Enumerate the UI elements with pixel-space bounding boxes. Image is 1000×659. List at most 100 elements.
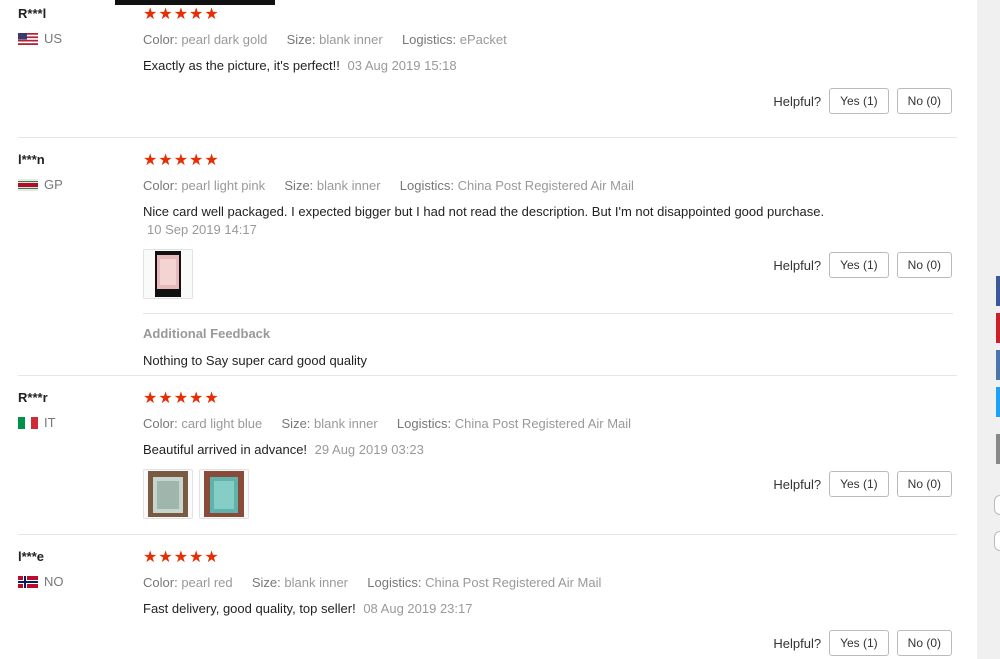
review-photo-thumbnail[interactable] [199, 469, 249, 519]
review-text: Exactly as the picture, it's perfect!! [143, 58, 340, 73]
reviewer-country: IT [18, 415, 128, 430]
reviews-page: R***l US ★★★★★ Color: pearl dark gold Si… [0, 0, 977, 659]
star-rating: ★★★★★ [143, 549, 220, 566]
card-photo-icon [204, 471, 244, 517]
helpful-no-button[interactable]: No (0) [896, 252, 952, 278]
twitter-share-icon[interactable] [996, 387, 1000, 417]
review-attributes: Color: card light blue Size: blank inner… [143, 416, 953, 431]
no-flag-icon [18, 575, 38, 588]
reviewer-country: NO [18, 574, 128, 589]
size-label: Size: [251, 575, 281, 590]
star-rating: ★★★★★ [143, 6, 220, 23]
vk-share-icon[interactable] [996, 350, 1000, 380]
gp-flag-icon [18, 178, 38, 191]
color-label: Color: [143, 416, 178, 431]
helpful-yes-button[interactable]: Yes (1) [829, 471, 889, 497]
additional-feedback-text: Nothing to Say super card good quality [143, 353, 368, 368]
it-flag-icon [18, 416, 38, 429]
helpful-no-button[interactable]: No (0) [896, 88, 952, 114]
size-label: Size: [286, 32, 316, 47]
card-photo-icon [148, 471, 188, 517]
size-value: blank inner [319, 32, 383, 47]
help-icon[interactable] [994, 531, 1000, 551]
country-code: GP [44, 177, 63, 192]
additional-feedback: Additional Feedback Nothing to Say super… [143, 313, 953, 368]
color-label: Color: [143, 178, 178, 193]
review-item: R***r IT ★★★★★ Color: card light blue Si… [18, 390, 957, 535]
size-label: Size: [284, 178, 314, 193]
color-label: Color: [143, 575, 178, 590]
logistics-label: Logistics: [396, 416, 452, 431]
helpful-no-button[interactable]: No (0) [896, 630, 952, 656]
us-flag-icon [18, 32, 38, 45]
review-text-block: Fast delivery, good quality, top seller!… [143, 600, 953, 618]
review-date: 08 Aug 2019 23:17 [363, 601, 473, 616]
pinterest-share-icon[interactable] [996, 313, 1000, 343]
reviewer-info: R***r IT [18, 390, 128, 430]
helpful-vote: Helpful? Yes (1) No (0) [773, 252, 952, 278]
logistics-label: Logistics: [367, 575, 422, 590]
review-content: ★★★★★ Color: card light blue Size: blank… [143, 390, 953, 519]
review-content: ★★★★★ Color: pearl dark gold Size: blank… [143, 6, 953, 75]
reviewer-info: R***l US [18, 6, 128, 46]
size-value: blank inner [316, 178, 381, 193]
reviewer-info: l***e NO [18, 549, 128, 589]
review-attributes: Color: pearl light pink Size: blank inne… [143, 178, 953, 193]
review-attributes: Color: pearl dark gold Size: blank inner… [143, 32, 953, 47]
country-code: IT [44, 415, 56, 430]
share-more-icon[interactable] [996, 434, 1000, 464]
helpful-label: Helpful? [773, 257, 822, 273]
star-rating: ★★★★★ [143, 152, 220, 169]
reviewer-name: l***n [18, 152, 45, 167]
review-photo-thumbnail[interactable] [143, 469, 193, 519]
scroll-top-icon[interactable] [994, 495, 1000, 515]
helpful-label: Helpful? [773, 93, 822, 109]
helpful-vote: Helpful? Yes (1) No (0) [773, 630, 952, 656]
page-scrollbar[interactable] [977, 0, 1000, 659]
country-code: NO [44, 574, 64, 589]
logistics-value: China Post Registered Air Mail [425, 575, 602, 590]
color-value: pearl red [181, 575, 233, 590]
card-photo-icon [155, 251, 181, 297]
facebook-share-icon[interactable] [996, 276, 1000, 306]
reviewer-name: l***e [18, 549, 45, 564]
review-item: R***l US ★★★★★ Color: pearl dark gold Si… [18, 0, 957, 138]
logistics-label: Logistics: [401, 32, 457, 47]
color-label: Color: [143, 32, 178, 47]
helpful-yes-button[interactable]: Yes (1) [829, 252, 889, 278]
logistics-value: China Post Registered Air Mail [457, 178, 634, 193]
reviewer-country: GP [18, 177, 128, 192]
reviewer-country: US [18, 31, 128, 46]
size-value: blank inner [314, 416, 378, 431]
helpful-no-button[interactable]: No (0) [896, 471, 952, 497]
review-attributes: Color: pearl red Size: blank inner Logis… [143, 575, 953, 590]
size-label: Size: [281, 416, 311, 431]
review-item: l***n GP ★★★★★ Color: pearl light pink S… [18, 152, 957, 376]
review-text: Beautiful arrived in advance! [143, 442, 308, 457]
review-text-block: Exactly as the picture, it's perfect!! 0… [143, 57, 953, 75]
review-item: l***e NO ★★★★★ Color: pearl red Size: bl… [18, 549, 957, 659]
review-text-block: Nice card well packaged. I expected bigg… [143, 203, 953, 239]
review-photo-thumbnail[interactable] [143, 249, 193, 299]
size-value: blank inner [284, 575, 349, 590]
reviewer-name: R***l [18, 6, 47, 21]
review-text: Nice card well packaged. I expected bigg… [143, 204, 825, 219]
logistics-label: Logistics: [399, 178, 454, 193]
review-text-block: Beautiful arrived in advance! 29 Aug 201… [143, 441, 953, 459]
color-value: pearl light pink [181, 178, 266, 193]
additional-feedback-title: Additional Feedback [143, 326, 271, 341]
reviewer-info: l***n GP [18, 152, 128, 192]
helpful-label: Helpful? [773, 476, 822, 492]
color-value: pearl dark gold [181, 32, 268, 47]
review-date: 29 Aug 2019 03:23 [314, 442, 424, 457]
country-code: US [44, 31, 63, 46]
helpful-yes-button[interactable]: Yes (1) [829, 630, 889, 656]
star-rating: ★★★★★ [143, 390, 220, 407]
helpful-yes-button[interactable]: Yes (1) [829, 88, 889, 114]
helpful-label: Helpful? [773, 635, 822, 651]
review-text: Fast delivery, good quality, top seller! [143, 601, 356, 616]
review-date: 10 Sep 2019 14:17 [147, 222, 257, 237]
review-date: 03 Aug 2019 15:18 [347, 58, 457, 73]
logistics-value: ePacket [459, 32, 507, 47]
review-content: ★★★★★ Color: pearl red Size: blank inner… [143, 549, 953, 618]
